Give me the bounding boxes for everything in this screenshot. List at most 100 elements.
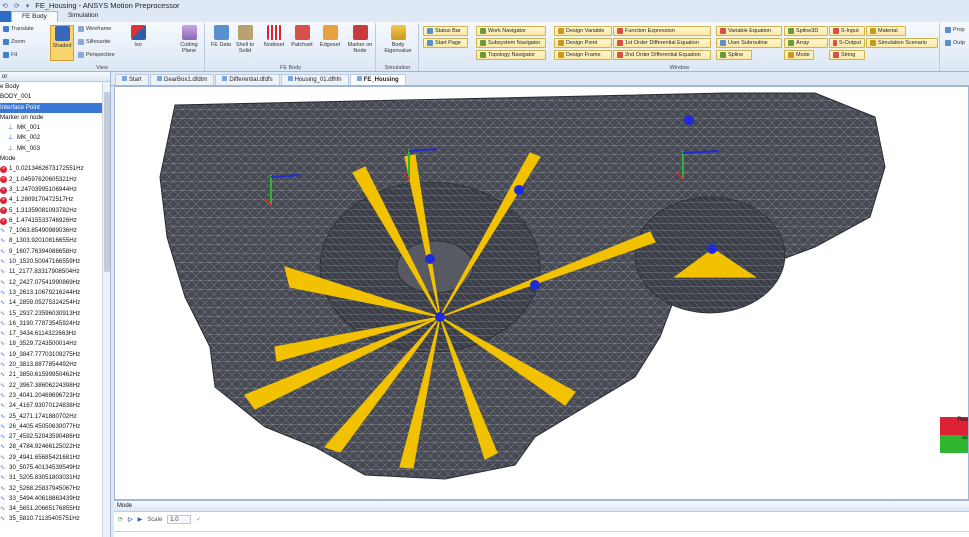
spline-button[interactable]: Spline (716, 50, 752, 60)
zoom-button[interactable]: Zoom (3, 39, 25, 45)
tree-item[interactable]: ∿ 18_3529.7243500014Hz (0, 339, 103, 349)
simulation-scenario-button[interactable]: Simulation Scenario (866, 38, 938, 48)
array-button[interactable]: Array (784, 38, 828, 48)
tree-item[interactable]: ∿ 26_4405.45050630077Hz (0, 422, 103, 432)
tree-item[interactable]: ∿ 35_5810.71135405751Hz (0, 514, 103, 524)
silhouette-button[interactable]: Silhouette (78, 39, 110, 45)
mode-button[interactable]: Mode (784, 50, 814, 60)
tree-item[interactable]: ∿ 13_2613.10679216244Hz (0, 288, 103, 298)
properties-button[interactable]: Prop (945, 27, 965, 33)
scale-input[interactable]: 1.0 (167, 515, 192, 524)
tree-item[interactable]: ∿ 9_1607.76394088658Hz (0, 247, 103, 257)
body-eigenvalue-button[interactable]: Body Eigenvalue (382, 25, 414, 54)
design-variable-button[interactable]: Design Variable (554, 26, 612, 36)
design-point-button[interactable]: Design Point (554, 38, 612, 48)
fit-button[interactable]: Fit (3, 52, 17, 58)
translate-button[interactable]: Translate (3, 26, 34, 32)
edgeset-button[interactable]: Edgeset (316, 25, 344, 48)
user-subroutine-button[interactable]: User Subroutine (716, 38, 782, 48)
tab-fe-housing[interactable]: FE_Housing (349, 74, 406, 85)
output-button[interactable]: Outp (945, 40, 965, 46)
tree-item[interactable]: ∿ 24_4167.93070124838Hz (0, 401, 103, 411)
start-page-button[interactable]: Start Page (423, 38, 468, 48)
tree-item[interactable]: ∿ 8_1303.92010816655Hz (0, 236, 103, 246)
node-marker[interactable] (530, 280, 540, 290)
nodeset-button[interactable]: Nodeset (260, 25, 288, 48)
tree-item[interactable]: × 5_1.31359081093782Hz (0, 206, 103, 216)
tree-item[interactable]: Mode (0, 154, 103, 164)
string-button[interactable]: String (829, 50, 865, 60)
tree-item[interactable]: Interface Point (0, 102, 103, 113)
spline3d-button[interactable]: Spline3D (784, 26, 828, 36)
tree-item[interactable]: ∿ 21_3850.61599950462Hz (0, 370, 103, 380)
tree-item[interactable]: BODY_001 (0, 92, 103, 102)
tree-item[interactable]: ∿ 15_2937.23596030913Hz (0, 309, 103, 319)
fe-data-button[interactable]: FE Data (210, 25, 232, 48)
tree-item[interactable]: ∿ 7_1063.85490989036Hz (0, 226, 103, 236)
node-marker[interactable] (514, 185, 524, 195)
tree-item[interactable]: × 2_1.04597620605321Hz (0, 175, 103, 185)
tree-item[interactable]: ⊥ MK_003 (0, 144, 103, 154)
first-order-de-button[interactable]: 1st Order Differential Equation (613, 38, 711, 48)
check-icon[interactable]: ✓ (196, 516, 201, 523)
node-marker[interactable] (684, 115, 694, 125)
work-navigator-button[interactable]: Work Navigator (476, 26, 546, 36)
tree-item[interactable]: ∿ 14_2859.05275324254Hz (0, 298, 103, 308)
orientation-cube[interactable]: Rev sc (940, 409, 968, 459)
tree-item[interactable]: × 4_1.2809170472517Hz (0, 195, 103, 205)
tree-item[interactable]: ⊥ MK_001 (0, 123, 103, 133)
tree-item[interactable]: e Body (0, 82, 103, 92)
tree-item[interactable]: ⊥ MK_002 (0, 133, 103, 143)
shell-to-solid-button[interactable]: Shell to Solid (233, 25, 257, 54)
animate-icon[interactable]: ▷ (128, 516, 133, 523)
tab-housing[interactable]: Housing_01.dfhfn (280, 74, 349, 85)
tree-item[interactable]: ∿ 34_5651.20665176855Hz (0, 504, 103, 514)
node-marker[interactable] (707, 244, 717, 254)
node-marker[interactable] (425, 254, 435, 264)
s-output-button[interactable]: S-Output (829, 38, 865, 48)
tree-item[interactable]: Marker on node (0, 113, 103, 123)
tree-item[interactable]: ∿ 33_5494.40618863439Hz (0, 494, 103, 504)
3d-viewport[interactable]: Rev sc (114, 86, 969, 500)
cutting-plane-button[interactable]: Cutting Plane (176, 25, 202, 54)
tree-scrollbar[interactable] (102, 82, 110, 537)
tree-item[interactable]: ∿ 30_5075.40134539549Hz (0, 463, 103, 473)
tree-item[interactable]: ∿ 32_5268.25837945067Hz (0, 484, 103, 494)
file-menu-button[interactable] (0, 11, 11, 22)
material-button[interactable]: Material (866, 26, 906, 36)
patchset-button[interactable]: Patchset (288, 25, 316, 48)
refresh-icon[interactable]: ⟳ (118, 516, 123, 523)
iso-button[interactable]: Iso (126, 25, 150, 48)
status-bar-button[interactable]: Status Bar (423, 26, 468, 36)
tree-item[interactable]: ∿ 17_3434.6114322663Hz (0, 329, 103, 339)
play-icon[interactable]: ▶ (138, 516, 143, 523)
function-expression-button[interactable]: Function Expression (613, 26, 711, 36)
fe-housing-model[interactable] (115, 87, 969, 500)
tab-start[interactable]: Start (115, 74, 149, 85)
tab-differential[interactable]: Differential.dfdfs (215, 74, 280, 85)
tab-gearbox[interactable]: GearBox1.dfdtm (149, 74, 215, 85)
tree-item[interactable]: ∿ 11_2177.83317908504Hz (0, 267, 103, 277)
chevron-down-icon[interactable]: ▾ (26, 2, 30, 10)
tab-simulation[interactable]: Simulation (58, 11, 108, 22)
redo-icon[interactable]: ⟳ (14, 2, 20, 10)
tree-scrollbar-thumb[interactable] (104, 92, 110, 272)
s-input-button[interactable]: S-Input (829, 26, 865, 36)
design-frame-button[interactable]: Design Frame (554, 50, 612, 60)
tab-fe-body[interactable]: FE Body (11, 11, 58, 22)
variable-equation-button[interactable]: Variable Equation (716, 26, 782, 36)
tree-item[interactable]: ∿ 22_3967.38606224398Hz (0, 381, 103, 391)
wireframe-button[interactable]: Wireframe (78, 26, 111, 32)
tree-item[interactable]: ∿ 25_4271.1741880702Hz (0, 412, 103, 422)
tree-item[interactable]: × 6_1.47415533746926Hz (0, 216, 103, 226)
tree-item[interactable]: ∿ 29_4941.65685421681Hz (0, 453, 103, 463)
tree-item[interactable]: ∿ 23_4041.20469696723Hz (0, 391, 103, 401)
tree-item[interactable]: ∿ 12_2427.07541990869Hz (0, 278, 103, 288)
topology-navigator-button[interactable]: Topology Navigator (476, 50, 546, 60)
tree-item[interactable]: ∿ 28_4784.92466125022Hz (0, 442, 103, 452)
undo-icon[interactable]: ⟲ (2, 2, 8, 10)
tree-item[interactable]: ∿ 27_4592.52043590486Hz (0, 432, 103, 442)
shaded-button[interactable]: Shaded (50, 25, 74, 61)
second-order-de-button[interactable]: 2nd Order Differential Equation (613, 50, 711, 60)
node-marker[interactable] (435, 312, 445, 322)
